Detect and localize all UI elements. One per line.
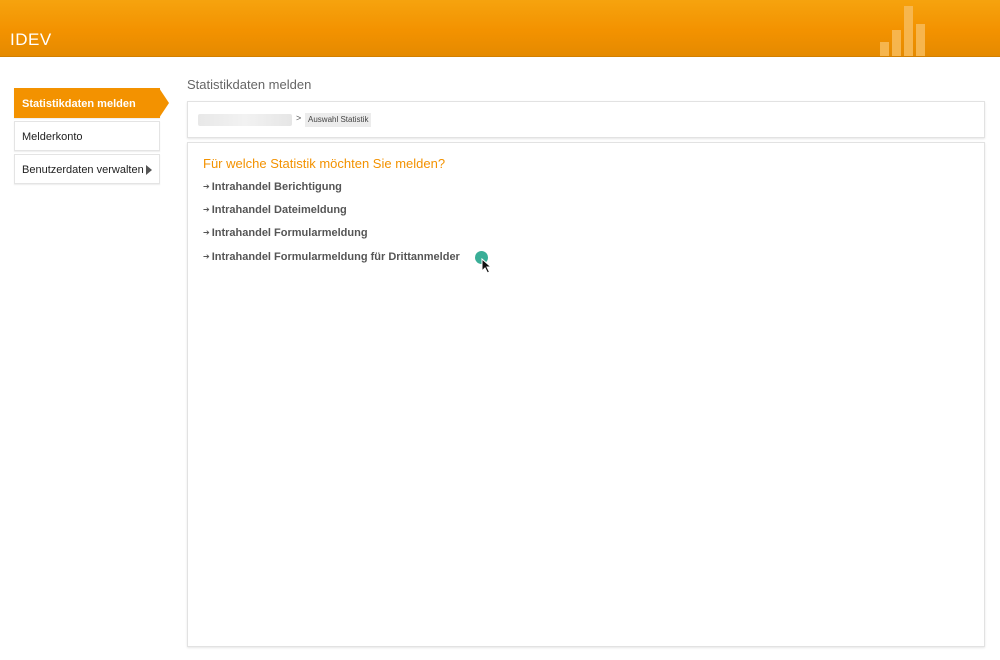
link-label: Intrahandel Dateimeldung — [211, 204, 347, 216]
link-intrahandel-formularmeldung[interactable]: ➔ Intrahandel Formularmeldung — [203, 227, 368, 239]
page-title: Statistikdaten melden — [187, 77, 312, 92]
statistic-question: Für welche Statistik möchten Sie melden? — [203, 156, 446, 171]
main-panel: Für welche Statistik möchten Sie melden?… — [187, 142, 985, 647]
breadcrumb: > Auswahl Statistik — [187, 101, 985, 138]
mouse-cursor-icon — [481, 258, 493, 274]
sidebar-item-label: Melderkonto — [22, 131, 83, 143]
app-title: IDEV — [10, 30, 52, 49]
breadcrumb-blurred-item — [198, 114, 292, 126]
link-intrahandel-dateimeldung[interactable]: ➔ Intrahandel Dateimeldung — [203, 204, 347, 216]
sidebar-nav: Statistikdaten melden Melderkonto Benutz… — [14, 88, 169, 187]
sidebar-item-benutzerdaten-verwalten[interactable]: Benutzerdaten verwalten — [14, 154, 160, 184]
breadcrumb-current: Auswahl Statistik — [305, 113, 372, 127]
sidebar-item-melderkonto[interactable]: Melderkonto — [14, 121, 160, 151]
breadcrumb-separator: > — [296, 113, 302, 123]
sidebar-item-label: Benutzerdaten verwalten — [22, 164, 144, 176]
arrow-right-icon: ➔ — [203, 205, 210, 214]
arrow-right-icon: ➔ — [203, 252, 210, 261]
app-header: IDEV — [0, 0, 1000, 57]
link-intrahandel-formularmeldung-drittanmelder[interactable]: ➔ Intrahandel Formularmeldung für Drittan… — [203, 251, 460, 263]
chevron-right-icon — [146, 165, 152, 175]
link-intrahandel-berichtigung[interactable]: ➔ Intrahandel Berichtigung — [203, 181, 342, 193]
sidebar-item-label: Statistikdaten melden — [22, 98, 136, 110]
arrow-right-icon: ➔ — [203, 228, 210, 237]
link-label: Intrahandel Formularmeldung für Drittanm… — [211, 251, 460, 263]
bar-chart-logo-icon — [880, 6, 930, 56]
arrow-right-icon: ➔ — [203, 182, 210, 191]
sidebar-item-statistikdaten-melden[interactable]: Statistikdaten melden — [14, 88, 169, 118]
link-label: Intrahandel Berichtigung — [211, 181, 342, 193]
link-label: Intrahandel Formularmeldung — [211, 227, 368, 239]
